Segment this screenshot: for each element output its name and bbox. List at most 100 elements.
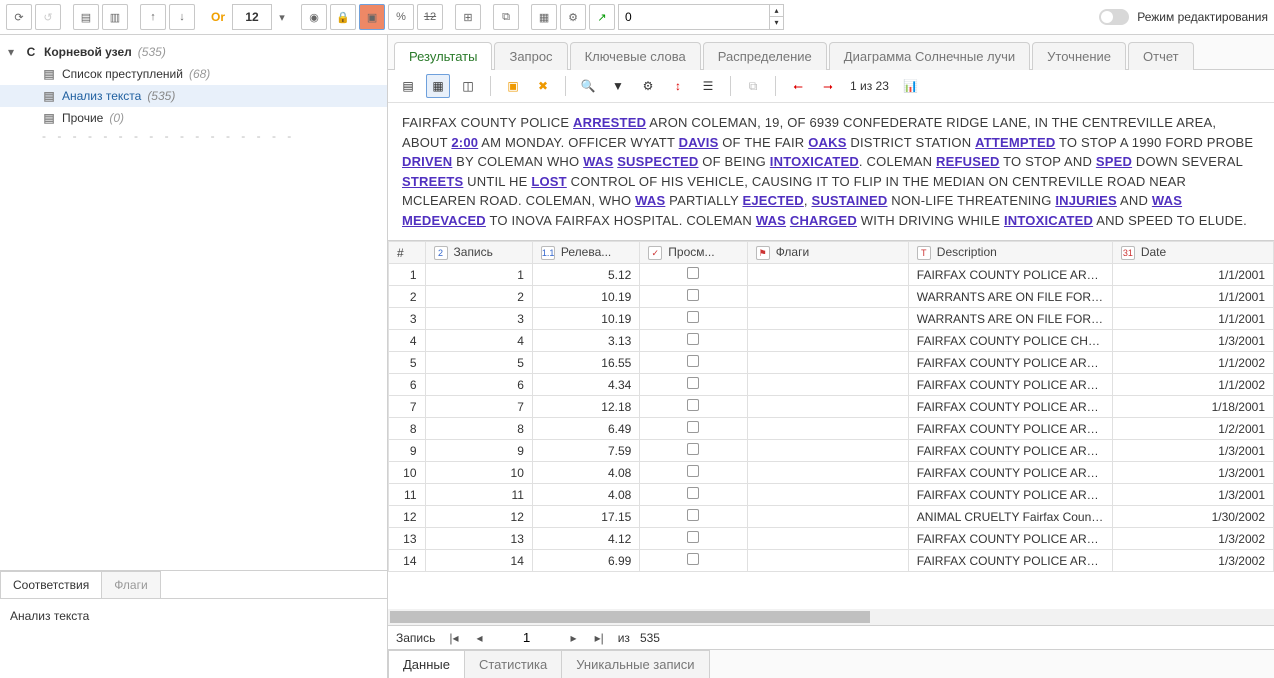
bottom-tab-1[interactable]: Статистика — [465, 650, 562, 678]
checkbox-icon[interactable] — [687, 553, 699, 565]
keyword[interactable]: DRIVEN — [402, 154, 452, 169]
header-desc[interactable]: TDescription — [908, 242, 1112, 264]
main-tab-2[interactable]: Ключевые слова — [570, 42, 701, 70]
checkbox-icon[interactable] — [687, 355, 699, 367]
keyword[interactable]: WAS — [1152, 193, 1182, 208]
checkbox-icon[interactable] — [687, 289, 699, 301]
checkbox-icon[interactable] — [687, 531, 699, 543]
checkbox-icon[interactable] — [687, 377, 699, 389]
spinner-input[interactable] — [619, 10, 769, 24]
tree-child-0[interactable]: ▤ Список преступлений (68) — [0, 63, 387, 85]
keyword[interactable]: MEDEVACED — [402, 213, 486, 228]
table-row[interactable]: 3310.19WARRANTS ARE ON FILE FOR EDU1/1/2… — [389, 308, 1274, 330]
dropdown-icon[interactable]: ▾ — [275, 4, 289, 30]
view-list-icon[interactable]: ▤ — [396, 74, 420, 98]
left-tab-matches[interactable]: Соответствия — [0, 571, 102, 598]
tree-root[interactable]: ▾ C Корневой узел (535) — [0, 41, 387, 63]
keyword[interactable]: INTOXICATED — [1004, 213, 1093, 228]
keyword[interactable]: WAS — [756, 213, 786, 228]
cell-view[interactable] — [640, 484, 747, 506]
nav-next-icon[interactable]: ▸ — [567, 631, 581, 645]
keyword[interactable]: SUSTAINED — [811, 193, 887, 208]
table-row[interactable]: 14146.99FAIRFAX COUNTY POLICE ARRESTE1/3… — [389, 550, 1274, 572]
checkbox-icon[interactable] — [687, 267, 699, 279]
bottom-tab-2[interactable]: Уникальные записи — [562, 650, 709, 678]
expand-arrow-icon[interactable]: ▾ — [8, 45, 18, 59]
sort-icon[interactable]: ↕ — [666, 74, 690, 98]
header-rownum[interactable]: # — [389, 242, 426, 264]
tree-child-1[interactable]: ▤ Анализ текста (535) — [0, 85, 387, 107]
keyword[interactable]: REFUSED — [936, 154, 1000, 169]
cell-view[interactable] — [640, 550, 747, 572]
table-row[interactable]: 121217.15ANIMAL CRUELTY Fairfax County P… — [389, 506, 1274, 528]
checkbox-icon[interactable] — [687, 421, 699, 433]
cell-view[interactable] — [640, 528, 747, 550]
edit-mode-toggle[interactable] — [1099, 9, 1129, 25]
list-detail-icon[interactable]: ☰ — [696, 74, 720, 98]
header-date[interactable]: 31Date — [1112, 242, 1273, 264]
keyword[interactable]: OAKS — [808, 135, 846, 150]
tree-collapse-icon[interactable]: ▥ — [102, 4, 128, 30]
slash-num-icon[interactable]: 12 — [417, 4, 443, 30]
table-row[interactable]: 10104.08FAIRFAX COUNTY POLICE ARRESTE1/3… — [389, 462, 1274, 484]
keyword[interactable]: EJECTED — [742, 193, 803, 208]
export-icon[interactable]: ↗ — [589, 4, 615, 30]
config-icon[interactable]: ⚙ — [560, 4, 586, 30]
cell-view[interactable] — [640, 308, 747, 330]
table-row[interactable]: 7712.18FAIRFAX COUNTY POLICE ARRESTE1/18… — [389, 396, 1274, 418]
results-grid-scroll[interactable]: # 2Запись 1.1Релева... ✓Просм... ⚑Флаги … — [388, 241, 1274, 609]
hierarchy-icon[interactable]: ⊞ — [455, 4, 481, 30]
main-tab-5[interactable]: Уточнение — [1032, 42, 1126, 70]
table-row[interactable]: 664.34FAIRFAX COUNTY POLICE ARRESTE1/1/2… — [389, 374, 1274, 396]
spinner-down-icon[interactable]: ▾ — [769, 17, 783, 29]
keyword[interactable]: 2:00 — [451, 135, 478, 150]
checkbox-icon[interactable] — [687, 399, 699, 411]
next-match-icon[interactable]: ⭢ — [816, 74, 840, 98]
header-flags[interactable]: ⚑Флаги — [747, 242, 908, 264]
main-tab-4[interactable]: Диаграмма Солнечные лучи — [829, 42, 1030, 70]
left-tab-flags[interactable]: Флаги — [102, 571, 160, 598]
table-row[interactable]: 13134.12FAIRFAX COUNTY POLICE ARE INVE1/… — [389, 528, 1274, 550]
horizontal-scrollbar[interactable] — [388, 609, 1274, 625]
main-tab-0[interactable]: Результаты — [394, 42, 492, 70]
table-row[interactable]: 115.12FAIRFAX COUNTY POLICE ARRESTE1/1/2… — [389, 264, 1274, 286]
refresh-icon[interactable]: ⟳ — [6, 4, 32, 30]
highlight-icon[interactable]: ▣ — [359, 4, 385, 30]
table-row[interactable]: 2210.19WARRANTS ARE ON FILE FOR EDU1/1/2… — [389, 286, 1274, 308]
number-box[interactable]: 12 — [232, 4, 272, 30]
view-grid-icon[interactable]: ▦ — [426, 74, 450, 98]
cell-view[interactable] — [640, 418, 747, 440]
nav-current-input[interactable] — [497, 630, 557, 645]
clear-highlight-icon[interactable]: ✖ — [531, 74, 555, 98]
table-row[interactable]: 443.13FAIRFAX COUNTY POLICE CHARGE1/3/20… — [389, 330, 1274, 352]
keyword[interactable]: LOST — [531, 174, 566, 189]
cell-view[interactable] — [640, 374, 747, 396]
table-row[interactable]: 11114.08FAIRFAX COUNTY POLICE ARRESTE1/3… — [389, 484, 1274, 506]
nav-first-icon[interactable]: |◂ — [445, 631, 462, 645]
keyword[interactable]: ARRESTED — [573, 115, 646, 130]
percent-icon[interactable]: % — [388, 4, 414, 30]
header-view[interactable]: ✓Просм... — [640, 242, 747, 264]
main-tab-6[interactable]: Отчет — [1128, 42, 1194, 70]
view-split-icon[interactable]: ◫ — [456, 74, 480, 98]
cell-view[interactable] — [640, 396, 747, 418]
nav-prev-icon[interactable]: ◂ — [473, 631, 487, 645]
cell-view[interactable] — [640, 462, 747, 484]
keyword[interactable]: WAS — [635, 193, 665, 208]
keyword[interactable]: SPED — [1096, 154, 1132, 169]
table-row[interactable]: 5516.55FAIRFAX COUNTY POLICE ARE INVE1/1… — [389, 352, 1274, 374]
keyword[interactable]: WAS — [583, 154, 613, 169]
checkbox-icon[interactable] — [687, 487, 699, 499]
checkbox-icon[interactable] — [687, 311, 699, 323]
tree-expand-icon[interactable]: ▤ — [73, 4, 99, 30]
link-icon[interactable]: ⧉ — [493, 4, 519, 30]
tree-child-2[interactable]: ▤ Прочие (0) — [0, 107, 387, 129]
folder-icon[interactable]: ▦ — [531, 4, 557, 30]
checkbox-icon[interactable] — [687, 465, 699, 477]
table-row[interactable]: 886.49FAIRFAX COUNTY POLICE ARE INVE1/2/… — [389, 418, 1274, 440]
checkbox-icon[interactable] — [687, 509, 699, 521]
nav-last-icon[interactable]: ▸| — [591, 631, 608, 645]
settings-icon[interactable]: ⚙ — [636, 74, 660, 98]
chart-icon[interactable]: 📊 — [899, 74, 923, 98]
find-icon[interactable]: 🔍 — [576, 74, 600, 98]
